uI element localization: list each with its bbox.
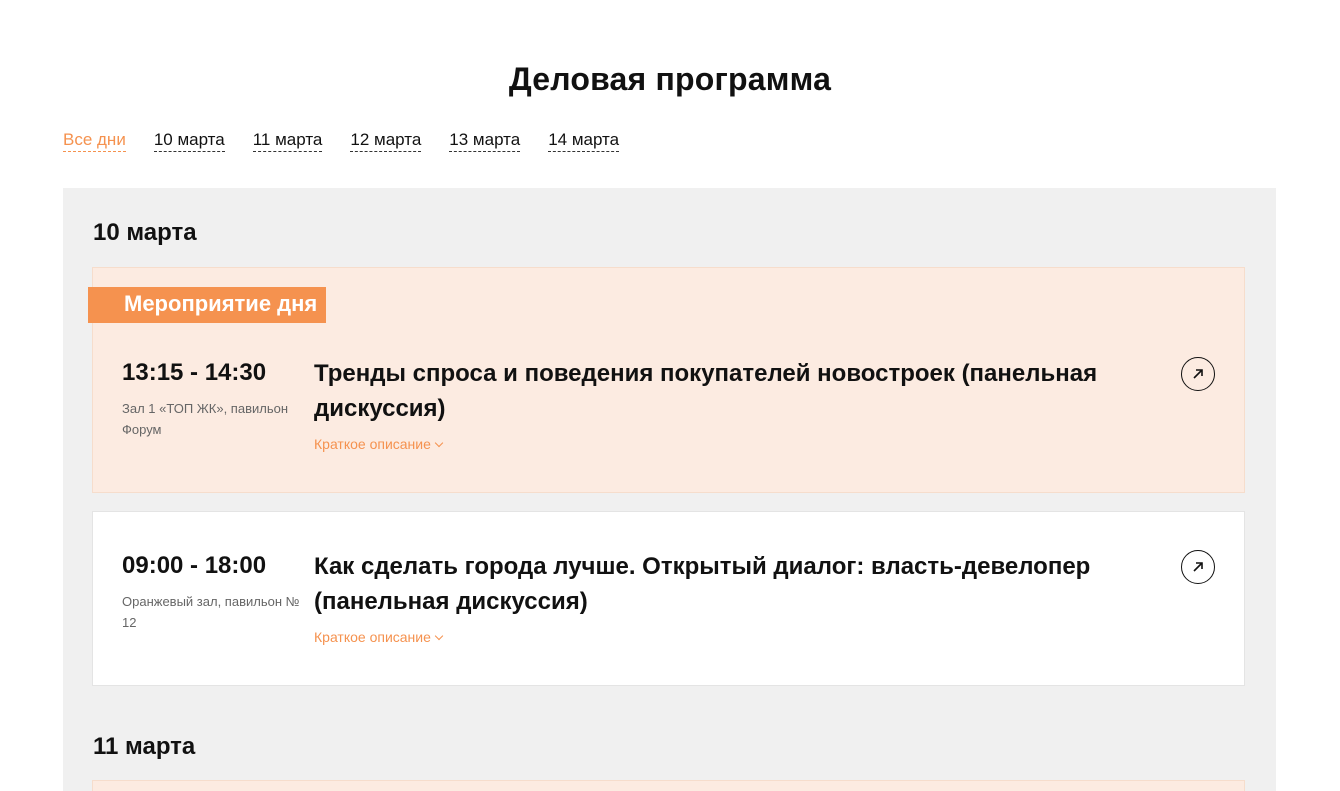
- arrow-up-right-icon: [1193, 369, 1203, 379]
- event-title[interactable]: Как сделать города лучше. Открытый диало…: [314, 549, 1134, 619]
- day-heading: 10 марта: [93, 219, 197, 246]
- arrow-up-right-icon: [1193, 562, 1203, 572]
- tab-all-days[interactable]: Все дни: [63, 130, 126, 152]
- short-description-label: Краткое описание: [314, 436, 431, 452]
- program-schedule: 10 марта Мероприятие дня 13:15 - 14:30 З…: [63, 188, 1276, 791]
- event-of-the-day-badge: Мероприятие дня: [88, 287, 327, 323]
- short-description-toggle[interactable]: Краткое описание: [314, 436, 444, 452]
- chevron-down-icon: [434, 438, 444, 448]
- event-time: 13:15 - 14:30: [122, 359, 267, 386]
- tab-march-12[interactable]: 12 марта: [350, 130, 422, 152]
- event-card-featured: [92, 780, 1245, 791]
- open-event-button[interactable]: [1181, 357, 1215, 391]
- tab-march-14[interactable]: 14 марта: [548, 130, 620, 152]
- tab-march-13[interactable]: 13 марта: [449, 130, 521, 152]
- open-event-button[interactable]: [1181, 550, 1215, 584]
- event-venue: Оранжевый зал, павильон № 12: [122, 594, 300, 630]
- event-title[interactable]: Тренды спроса и поведения покупателей но…: [314, 356, 1134, 426]
- tab-march-10[interactable]: 10 марта: [153, 130, 225, 152]
- event-time: 09:00 - 18:00: [122, 552, 267, 579]
- short-description-label: Краткое описание: [314, 629, 431, 645]
- page-title: Деловая программа: [508, 61, 832, 98]
- chevron-down-icon: [434, 631, 444, 641]
- short-description-toggle[interactable]: Краткое описание: [314, 629, 444, 645]
- event-card: 09:00 - 18:00 Оранжевый зал, павильон № …: [92, 511, 1245, 686]
- day-heading: 11 марта: [93, 733, 196, 760]
- event-card-featured: Мероприятие дня 13:15 - 14:30 Зал 1 «ТОП…: [88, 267, 1245, 493]
- tab-march-11[interactable]: 11 марта: [252, 130, 323, 152]
- event-venue: Зал 1 «ТОП ЖК», павильон Форум: [122, 401, 289, 437]
- day-filter-tabs: Все дни 10 марта 11 марта 12 марта 13 ма…: [63, 130, 620, 152]
